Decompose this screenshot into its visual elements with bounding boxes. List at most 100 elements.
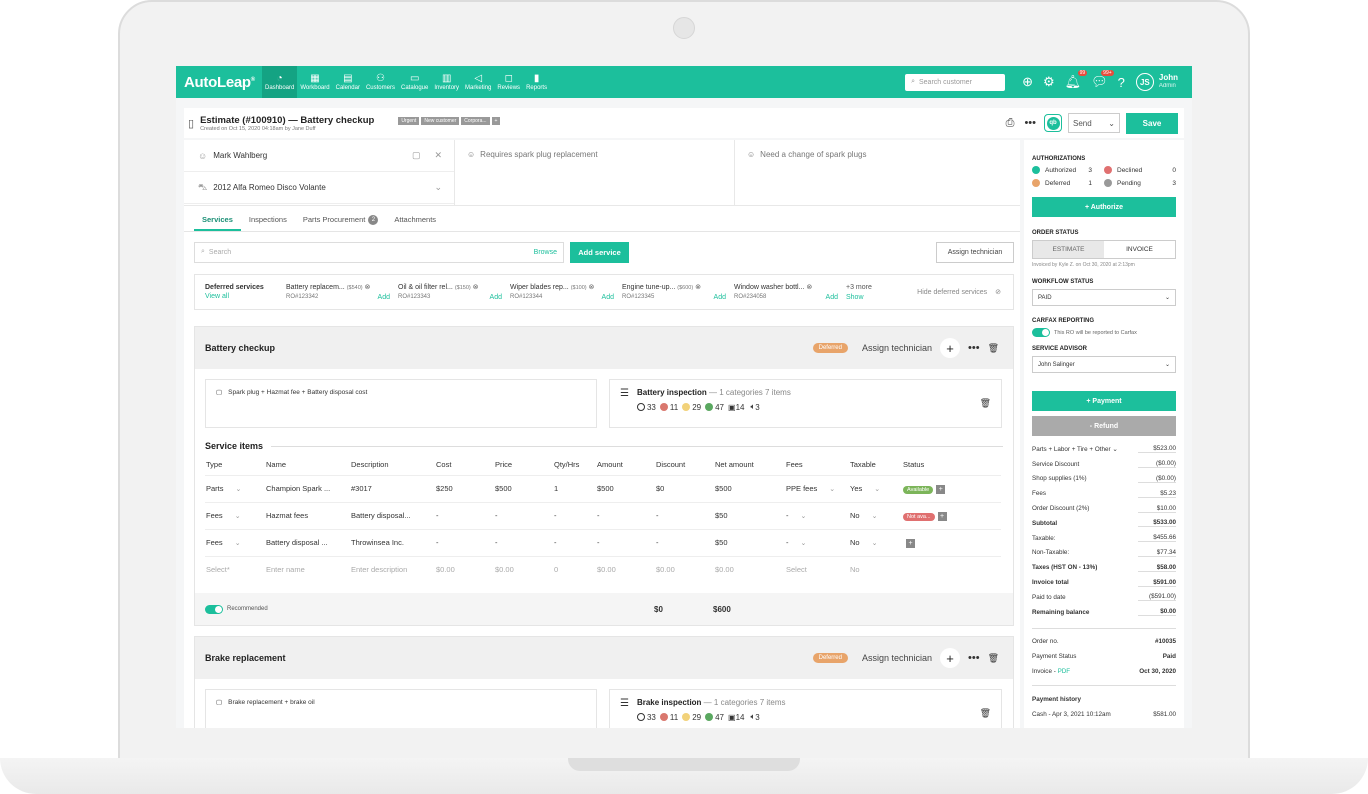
cell-amount[interactable]: -	[596, 528, 655, 556]
cell-type[interactable]: Parts ⌄	[205, 474, 265, 502]
nav-item-dashboard[interactable]: ◔ Dashboard	[262, 66, 298, 98]
chevron-down-icon[interactable]: ⌄	[235, 540, 241, 547]
cell-fees[interactable]: - ⌄	[785, 528, 849, 556]
cell-qty[interactable]: 1	[553, 474, 596, 502]
add-icon[interactable]: ⊕	[1022, 74, 1033, 90]
inspection-card[interactable]: ☰ Battery inspection — 1 categories 7 it…	[609, 379, 1002, 428]
close-icon[interactable]: ⊗	[693, 284, 701, 291]
trash-icon[interactable]: 🗑︎	[988, 653, 999, 664]
nav-item-marketing[interactable]: ◁ Marketing	[462, 66, 494, 98]
hide-deferred-button[interactable]: Hide deferred services ⊘	[917, 288, 1001, 296]
cell-amount[interactable]: $0.00	[596, 555, 655, 583]
more-icon[interactable]: •••	[968, 652, 980, 664]
table-row[interactable]: Fees ⌄ Hazmat fees Battery disposal... - - - - -…	[205, 501, 1001, 529]
authorize-button[interactable]: + Authorize	[1032, 197, 1176, 217]
payment-button[interactable]: + Payment	[1032, 391, 1176, 411]
chevron-down-icon[interactable]: ⌄	[872, 540, 878, 547]
invoice-pdf-link[interactable]: PDF	[1058, 668, 1071, 675]
nav-item-inventory[interactable]: ▥ Inventory	[431, 66, 462, 98]
cell-type[interactable]: Select*	[205, 555, 265, 583]
browse-link[interactable]: Browse	[534, 249, 557, 256]
tab-attachments[interactable]: Attachments	[386, 208, 444, 231]
cell-taxable[interactable]: Yes ⌄	[849, 474, 902, 502]
cell-discount[interactable]: -	[655, 528, 714, 556]
vehicle-field[interactable]: ⛍ 2012 Alfa Romeo Disco Volante ⌄	[184, 172, 454, 204]
concern-2[interactable]: ☺ Need a change of spark plugs	[735, 140, 1015, 205]
chevron-down-icon[interactable]: ⌄	[801, 513, 807, 520]
nav-item-reports[interactable]: ▮ Reports	[523, 66, 550, 98]
add-icon[interactable]: +	[936, 484, 946, 494]
tab-inspections[interactable]: Inspections	[241, 208, 295, 231]
cell-type[interactable]: Fees ⌄	[205, 501, 265, 529]
deferred-add-link[interactable]: Add	[714, 294, 726, 301]
cell-price[interactable]: $500	[494, 474, 553, 502]
nav-item-catalogue[interactable]: ▭ Catalogue	[398, 66, 431, 98]
cell-qty[interactable]: -	[553, 528, 596, 556]
status-badge[interactable]: Not ava...	[903, 512, 935, 521]
bell-icon[interactable]: 🔔︎ 99	[1065, 70, 1088, 90]
tag-badge[interactable]: New customer	[421, 116, 460, 125]
status-badge[interactable]: Deferred	[812, 653, 848, 663]
add-icon[interactable]: +	[940, 648, 960, 668]
trash-icon[interactable]: 🗑︎	[980, 398, 991, 409]
add-service-button[interactable]: Add service	[570, 241, 629, 263]
assign-technician-link[interactable]: Assign technician	[862, 343, 932, 353]
cell-taxable[interactable]: No ⌄	[849, 501, 902, 529]
user-menu[interactable]: John Admin	[1159, 73, 1178, 91]
close-icon[interactable]: ⊗	[471, 284, 479, 291]
deferred-add-link[interactable]: Add	[602, 294, 614, 301]
cell-qty[interactable]: -	[553, 501, 596, 529]
send-dropdown[interactable]: Send ⌄	[1068, 113, 1120, 133]
chat-icon[interactable]: 💬︎ 99+	[1091, 70, 1114, 90]
tab-services[interactable]: Services	[194, 208, 241, 231]
save-button[interactable]: Save	[1126, 112, 1178, 134]
trash-icon[interactable]: 🗑︎	[988, 343, 999, 354]
deferred-service-card[interactable]: Oil & oil filter rel... ($150) ⊗ RO#12334…	[398, 283, 510, 301]
service-search-input[interactable]: ⌕ Search Browse	[194, 241, 564, 263]
print-icon[interactable]: ⎙	[1006, 117, 1015, 130]
workflow-status-select[interactable]: PAID ⌄	[1032, 289, 1176, 306]
service-note[interactable]: ▢ Brake replacement + brake oil	[205, 689, 597, 728]
cell-taxable[interactable]: No	[849, 555, 902, 583]
concern-1[interactable]: ☺ Requires spark plug replacement	[455, 140, 735, 205]
chevron-down-icon[interactable]: ⌄	[434, 182, 442, 193]
quickbooks-button[interactable]: qb	[1044, 114, 1062, 132]
search-customer-input[interactable]: ⌕ Search customer	[905, 73, 1006, 91]
deferred-add-link[interactable]: Add	[826, 294, 838, 301]
deferred-add-link[interactable]: Add	[490, 294, 502, 301]
cell-fees[interactable]: - ⌄	[785, 501, 849, 529]
cell-price[interactable]: $0.00	[494, 555, 553, 583]
cell-cost[interactable]: -	[435, 501, 494, 529]
nav-item-reviews[interactable]: ◻ Reviews	[494, 66, 523, 98]
cell-desc[interactable]: Enter description	[350, 555, 435, 583]
add-icon[interactable]: +	[937, 511, 947, 521]
tag-badge[interactable]: Corpora...	[461, 116, 490, 125]
tab-parts-procurement[interactable]: Parts Procurement 2	[295, 208, 387, 231]
nav-item-calendar[interactable]: ▤ Calendar	[333, 66, 363, 98]
cell-amount[interactable]: -	[596, 501, 655, 529]
table-row[interactable]: Fees ⌄ Battery disposal ... Throwinsea Inc.…	[205, 528, 1001, 556]
service-advisor-select[interactable]: John Salinger ⌄	[1032, 356, 1176, 373]
deferred-service-card[interactable]: Battery replacem... ($540) ⊗ RO#123342 Add	[286, 283, 398, 301]
cell-name[interactable]: Battery disposal ...	[265, 528, 350, 556]
close-icon[interactable]: ⊗	[587, 284, 595, 291]
estimate-tab[interactable]: ESTIMATE	[1033, 241, 1104, 258]
assign-technician-button[interactable]: Assign technician	[936, 241, 1014, 263]
cell-desc[interactable]: #3017	[350, 474, 435, 502]
carfax-toggle[interactable]	[1032, 328, 1050, 337]
close-icon[interactable]: ✕	[434, 150, 442, 161]
help-icon[interactable]: ?	[1118, 75, 1125, 90]
cell-cost[interactable]: -	[435, 528, 494, 556]
cell-qty[interactable]: 0	[553, 555, 596, 583]
deferred-service-card[interactable]: Window washer bottl... ⊗ RO#234058 Add	[734, 283, 846, 301]
cell-price[interactable]: -	[494, 501, 553, 529]
avatar[interactable]: JS	[1135, 73, 1154, 91]
more-icon[interactable]: •••	[968, 342, 980, 354]
cell-net[interactable]: $500	[714, 474, 785, 502]
chevron-down-icon[interactable]: ⌄	[874, 486, 880, 493]
deferred-service-card[interactable]: Engine tune-up... ($600) ⊗ RO#123345 Add	[622, 283, 734, 301]
cell-cost[interactable]: $250	[435, 474, 494, 502]
autoleap-logo[interactable]: AutoLeap®	[184, 74, 262, 91]
nav-item-customers[interactable]: ⚇ Customers	[363, 66, 398, 98]
trash-icon[interactable]: 🗑︎	[980, 708, 991, 719]
